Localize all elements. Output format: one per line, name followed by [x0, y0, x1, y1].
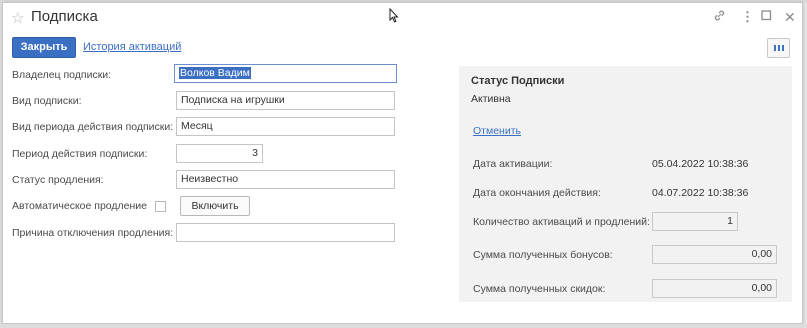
panel-title: Статус Подписки [471, 75, 565, 87]
status-value: Активна [471, 93, 511, 105]
activation-history-link[interactable]: История активаций [83, 41, 181, 53]
owner-label: Владелец подписки: [12, 69, 112, 81]
period-kind-label: Вид периода действия подписки: [12, 121, 174, 133]
period-label: Период действия подписки: [12, 148, 148, 160]
activations-count-field: 1 [652, 212, 738, 231]
end-date-label: Дата окончания действия: [473, 187, 601, 199]
disable-reason-field[interactable] [176, 223, 395, 242]
link-icon[interactable] [713, 9, 726, 26]
period-field[interactable]: 3 [176, 144, 263, 163]
activation-date-value: 05.04.2022 10:38:36 [652, 158, 749, 170]
bonuses-sum-label: Сумма полученных бонусов: [473, 249, 613, 261]
enable-button[interactable]: Включить [180, 196, 250, 216]
close-icon[interactable]: ✕ [784, 9, 796, 25]
cancel-link[interactable]: Отменить [473, 125, 521, 137]
renewal-status-field[interactable]: Неизвестно [176, 170, 395, 189]
type-label: Вид подписки: [12, 95, 82, 107]
close-button[interactable]: Закрыть [12, 37, 76, 58]
bonuses-sum-field: 0,00 [652, 245, 777, 264]
title-bar: ☆ Подписка ⋮ ✕ [3, 3, 802, 33]
discounts-sum-field: 0,00 [652, 279, 777, 298]
window-title: Подписка [31, 8, 98, 25]
subscription-status-panel: Статус Подписки Активна Отменить Дата ак… [459, 66, 792, 302]
maximize-icon[interactable] [761, 9, 772, 25]
activation-date-label: Дата активации: [473, 158, 553, 170]
end-date-value: 04.07.2022 10:38:36 [652, 187, 749, 199]
discounts-sum-label: Сумма полученных скидок: [473, 283, 606, 295]
subscription-type-field[interactable]: Подписка на игрушки [176, 91, 395, 110]
auto-renewal-checkbox[interactable] [155, 201, 166, 212]
more-vertical-icon[interactable]: ⋮ [741, 9, 754, 25]
auto-renewal-label: Автоматическое продление [12, 200, 147, 212]
period-kind-field[interactable]: Месяц [176, 117, 395, 136]
renewal-status-label: Статус продления: [12, 174, 104, 186]
owner-value: Волков Вадим [179, 67, 251, 79]
mouse-cursor-icon [389, 7, 399, 26]
subscription-window: ☆ Подписка ⋮ ✕ Закрыть История активаций… [2, 2, 803, 324]
disable-reason-label: Причина отключения продления: [12, 227, 174, 239]
activations-count-label: Количество активаций и продлений: [473, 216, 650, 228]
star-icon[interactable]: ☆ [11, 9, 24, 27]
columns-icon[interactable] [767, 38, 790, 58]
owner-field[interactable]: Волков Вадим [174, 64, 397, 83]
bottom-edge [0, 324, 807, 328]
